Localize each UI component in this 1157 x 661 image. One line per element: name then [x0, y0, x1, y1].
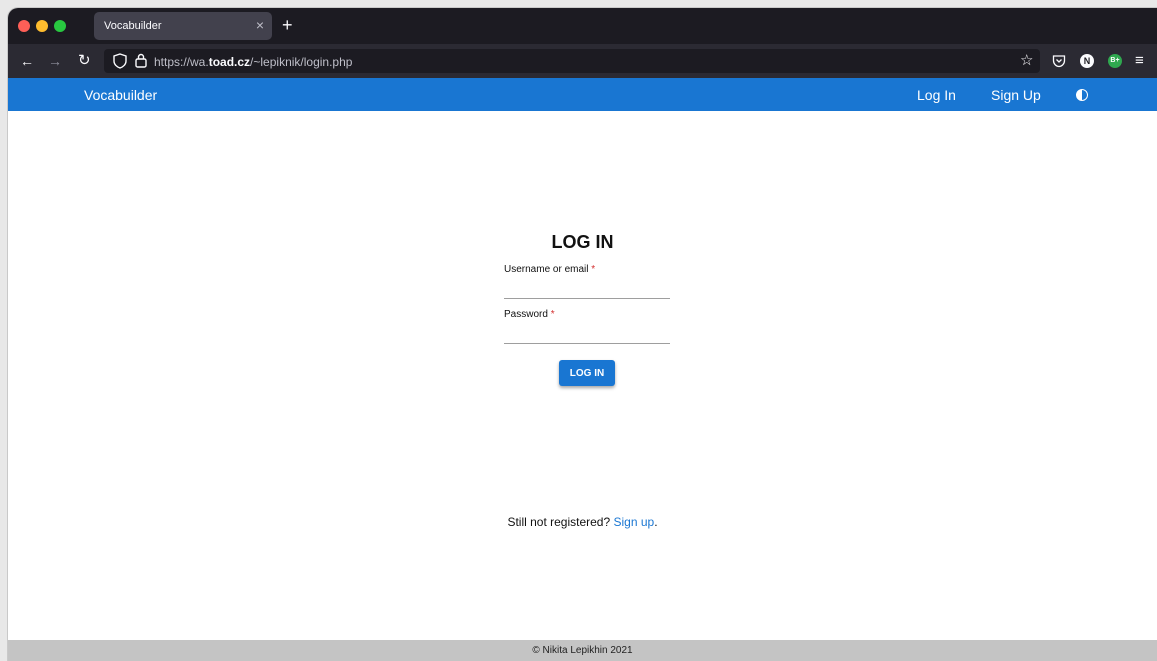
extension-b-icon[interactable]: B+: [1108, 54, 1122, 68]
extension-n-icon[interactable]: N: [1080, 54, 1094, 68]
close-tab-icon[interactable]: ×: [256, 17, 264, 33]
bookmark-star-icon[interactable]: ☆: [1020, 52, 1033, 70]
url-domain: toad.cz: [208, 55, 251, 69]
reload-icon[interactable]: ↻: [78, 52, 91, 70]
username-input[interactable]: [504, 279, 670, 299]
maximize-window-button[interactable]: [54, 20, 66, 32]
signup-link[interactable]: Sign up: [614, 515, 655, 529]
minimize-window-button[interactable]: [36, 20, 48, 32]
shield-icon[interactable]: [113, 53, 127, 69]
username-label: Username or email *: [504, 264, 595, 275]
url-path: /~lepiknik/login.php: [250, 55, 353, 69]
url-prefix: https://wa.: [154, 55, 209, 69]
username-label-text: Username or email: [504, 264, 589, 275]
new-tab-button[interactable]: +: [282, 14, 293, 36]
pocket-icon[interactable]: [1052, 54, 1066, 68]
app-navbar: Vocabuilder Log In Sign Up: [8, 78, 1157, 111]
copyright-text: © Nikita Lepikhin 2021: [532, 645, 633, 656]
browser-tab[interactable]: Vocabuilder ×: [94, 12, 272, 40]
nav-signup-link[interactable]: Sign Up: [991, 87, 1041, 103]
back-arrow-icon[interactable]: ←: [20, 52, 34, 70]
hamburger-menu-icon[interactable]: ≡: [1135, 52, 1144, 70]
required-mark: *: [591, 264, 596, 275]
close-window-button[interactable]: [18, 20, 30, 32]
address-bar[interactable]: https://wa.toad.cz/~lepiknik/login.php: [104, 49, 1040, 73]
lock-icon[interactable]: [135, 53, 147, 68]
page-title: LOG IN: [551, 232, 614, 252]
theme-toggle-icon[interactable]: [1076, 89, 1088, 101]
url-text[interactable]: https://wa.toad.cz/~lepiknik/login.php: [154, 55, 352, 69]
footer: © Nikita Lepikhin 2021: [8, 640, 1157, 661]
password-label-text: Password: [504, 309, 548, 320]
tab-strip: Vocabuilder × +: [8, 8, 1157, 44]
register-suffix: .: [654, 515, 658, 529]
password-label: Password *: [504, 309, 555, 320]
brand-link[interactable]: Vocabuilder: [84, 87, 157, 103]
browser-window: Vocabuilder × + ← → ↻ https://wa.toad.cz…: [8, 8, 1157, 661]
browser-toolbar: ← → ↻ https://wa.toad.cz/~lepiknik/login…: [8, 44, 1157, 78]
tab-title: Vocabuilder: [104, 20, 162, 32]
password-input[interactable]: [504, 324, 670, 344]
register-prompt-text: Still not registered?: [507, 515, 611, 529]
nav-login-link[interactable]: Log In: [917, 87, 956, 103]
forward-arrow-icon[interactable]: →: [48, 52, 62, 70]
required-mark: *: [550, 309, 555, 320]
login-button[interactable]: LOG IN: [559, 360, 615, 386]
register-prompt: Still not registered? Sign up.: [8, 515, 1157, 529]
